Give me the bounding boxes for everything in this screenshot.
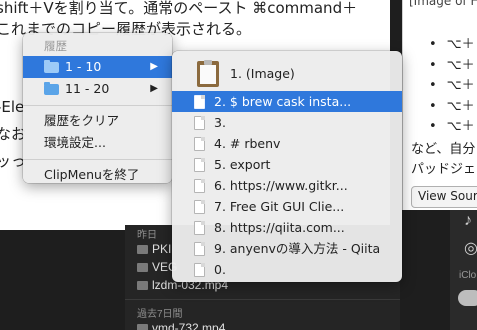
- list-item: ⌥＋: [429, 74, 475, 95]
- history-item-label: 3.: [214, 115, 226, 130]
- history-item-5[interactable]: 5. export: [172, 154, 402, 175]
- history-item-label: 8. https://qiita.com...: [214, 220, 345, 235]
- menu-separator: [23, 100, 172, 110]
- history-item-label: 4. # rbenv: [214, 136, 281, 151]
- video-file-icon: [137, 262, 148, 272]
- file-name: vmd-732.mp4: [152, 321, 226, 330]
- history-item-8[interactable]: 8. https://qiita.com...: [172, 217, 402, 238]
- history-item-6[interactable]: 6. https://www.gitkr...: [172, 175, 402, 196]
- list-item: ⌥＋: [429, 33, 475, 54]
- divider: [125, 299, 400, 300]
- history-folder-11-20[interactable]: 11 - 20 ▶: [23, 78, 172, 100]
- folder-icon: [44, 60, 59, 73]
- history-item-label: 7. Free Git GUI Clie...: [214, 199, 345, 214]
- history-item-label: 0.: [214, 262, 226, 277]
- right-doc-paragraph: など、自分: [411, 142, 476, 157]
- document-icon: [194, 179, 205, 193]
- section-header-yesterday: 昨日: [137, 230, 157, 241]
- sidebar-strip: ♪ ◎ iClo: [450, 210, 477, 330]
- right-doc-paragraph: パッドジェ: [411, 162, 477, 177]
- history-item-label: 2. $ brew cask insta...: [214, 94, 352, 109]
- history-item-4[interactable]: 4. # rbenv: [172, 133, 402, 154]
- video-file-icon: [137, 323, 148, 330]
- clipmenu-menu: 履歴 1 - 10 ▶ 11 - 20 ▶ 履歴をクリア 環境設定... Cli…: [23, 33, 172, 183]
- shortcut-list: ⌥＋ ⌥＋ ⌥＋ ⌥＋ ⌥＋: [429, 33, 475, 136]
- document-icon: [194, 116, 205, 130]
- history-folder-1-10[interactable]: 1 - 10 ▶: [23, 56, 172, 78]
- list-item: ⌥＋: [429, 54, 475, 75]
- submenu-arrow-icon: ▶: [150, 61, 158, 72]
- history-header: 履歴: [44, 39, 67, 53]
- history-item-label: 9. anyenvの導入方法 - Qiita: [214, 241, 381, 256]
- document-icon: [194, 200, 205, 214]
- history-item-label: 1. (Image): [230, 66, 295, 81]
- doc-line: shift＋Vを割り当て。通常のペースト ⌘command＋: [0, 0, 358, 17]
- clear-history-menu-item[interactable]: 履歴をクリア: [23, 110, 172, 132]
- clipboard-icon: [197, 60, 219, 87]
- history-item-1[interactable]: 1. (Image): [172, 57, 402, 91]
- history-item-9[interactable]: 9. anyenvの導入方法 - Qiita: [172, 238, 402, 259]
- quit-clipmenu-menu-item[interactable]: ClipMenuを終了: [23, 164, 172, 186]
- folder-label: 11 - 20: [65, 81, 110, 96]
- camera-icon[interactable]: ◎: [464, 238, 477, 258]
- preferences-menu-item[interactable]: 環境設定...: [23, 132, 172, 154]
- document-icon: [194, 95, 205, 109]
- right-doc-header: [Image of H: [409, 0, 477, 8]
- file-item[interactable]: PKI: [137, 242, 171, 256]
- document-icon: [194, 137, 205, 151]
- history-item-2[interactable]: 2. $ brew cask insta...: [172, 91, 402, 112]
- document-icon: [194, 221, 205, 235]
- right-document-view: [Image of H ⌥＋ ⌥＋ ⌥＋ ⌥＋ ⌥＋ など、自分 パッドジェ V…: [402, 0, 477, 210]
- history-item-3[interactable]: 3.: [172, 112, 402, 133]
- cloud-icon[interactable]: [458, 290, 477, 306]
- history-item-label: 5. export: [214, 157, 271, 172]
- history-submenu: 1. (Image) 2. $ brew cask insta... 3. 4.…: [172, 51, 402, 282]
- list-item: ⌥＋: [429, 95, 475, 116]
- video-file-icon: [137, 244, 148, 254]
- video-file-icon: [137, 280, 148, 290]
- list-item: ⌥＋: [429, 115, 475, 136]
- history-item-label: 6. https://www.gitkr...: [214, 178, 348, 193]
- view-source-button[interactable]: View Sourc: [411, 186, 477, 208]
- file-item[interactable]: vmd-732.mp4: [137, 321, 225, 330]
- submenu-arrow-icon: ▶: [150, 83, 158, 94]
- doc-line: -Ele: [0, 98, 25, 116]
- document-icon: [194, 158, 205, 172]
- icloud-label: iClo: [459, 270, 477, 281]
- folder-icon: [44, 82, 59, 95]
- document-icon: [194, 242, 205, 256]
- section-header-last-7-days: 過去7日間: [137, 309, 183, 320]
- menu-separator: [23, 154, 172, 164]
- file-name: PKI: [152, 242, 172, 256]
- music-note-icon[interactable]: ♪: [464, 212, 472, 230]
- history-item-10[interactable]: 0.: [172, 259, 402, 280]
- folder-label: 1 - 10: [65, 59, 102, 74]
- document-icon: [194, 263, 205, 277]
- history-item-7[interactable]: 7. Free Git GUI Clie...: [172, 196, 402, 217]
